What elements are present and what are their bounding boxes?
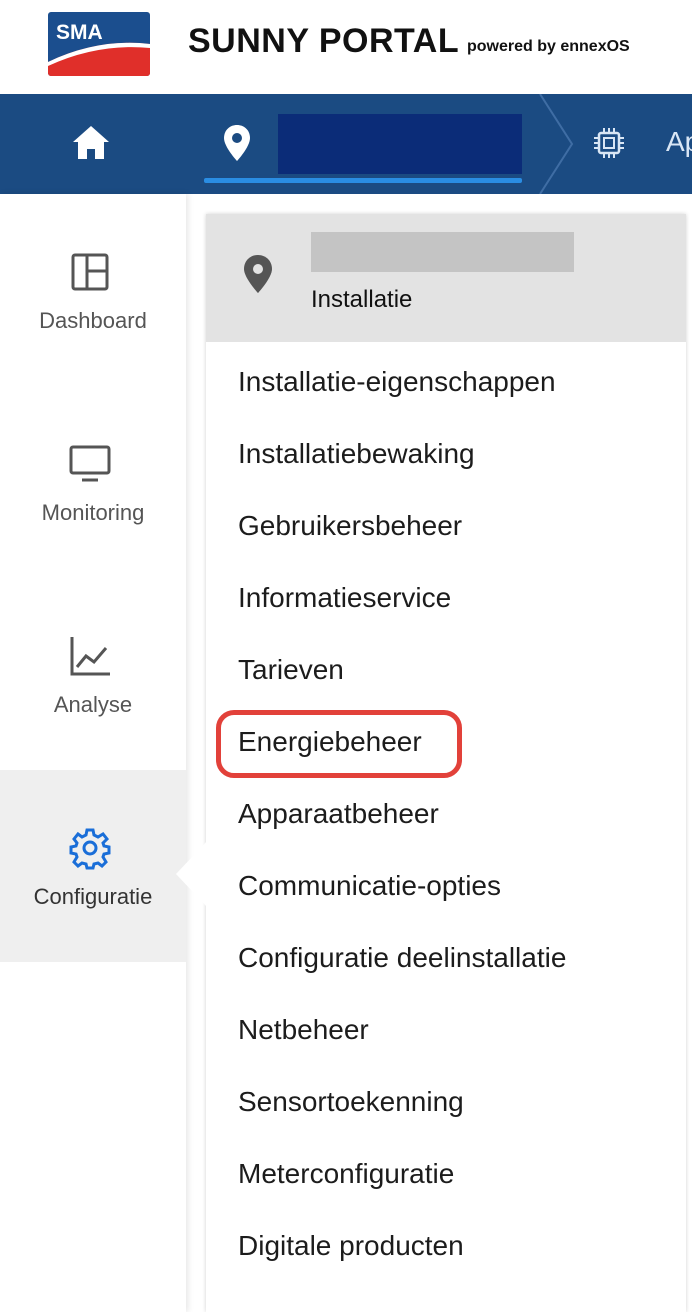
- home-icon[interactable]: [70, 122, 112, 164]
- menu-item-installatiebewaking[interactable]: Installatiebewaking: [238, 436, 475, 472]
- location-pin-icon: [244, 255, 272, 293]
- sidebar-item-analyse[interactable]: Analyse: [0, 578, 186, 770]
- breadcrumb-chevron-icon: [539, 94, 574, 194]
- menu-item-apparaatbeheer[interactable]: Apparaatbeheer: [238, 796, 439, 832]
- gear-icon: [69, 828, 111, 870]
- flyout-header: Installatie: [206, 214, 686, 342]
- device-chip-icon[interactable]: [592, 126, 626, 160]
- brand-title: SUNNY PORTAL: [188, 22, 460, 60]
- menu-item-installatie-eigenschappen[interactable]: Installatie-eigenschappen: [238, 364, 556, 400]
- nav-device-label[interactable]: Ap: [666, 126, 692, 158]
- location-pin-icon: [224, 125, 250, 161]
- dashboard-icon: [71, 253, 109, 291]
- flyout-pointer: [176, 840, 208, 908]
- flyout-header-label: Installatie: [311, 286, 413, 313]
- sidebar-item-dashboard[interactable]: Dashboard: [0, 194, 186, 386]
- brand-subtitle: powered by ennexOS: [467, 38, 630, 55]
- menu-item-netbeheer[interactable]: Netbeheer: [238, 1012, 369, 1048]
- app-header: SMA SUNNY PORTAL powered by ennexOS: [0, 0, 692, 94]
- menu-item-gebruikersbeheer[interactable]: Gebruikersbeheer: [238, 508, 462, 544]
- redacted-location-name: [278, 114, 522, 174]
- configuration-flyout-menu: Installatie Installatie-eigenschappen In…: [206, 214, 686, 1312]
- sidebar-item-monitoring[interactable]: Monitoring: [0, 386, 186, 578]
- sidebar-item-label: Analyse: [53, 692, 133, 717]
- menu-item-communicatie-opties[interactable]: Communicatie-opties: [238, 868, 501, 904]
- active-tab-indicator: [204, 178, 522, 183]
- logo-text: SMA: [56, 21, 103, 44]
- menu-item-energiebeheer[interactable]: Energiebeheer: [238, 724, 422, 760]
- menu-item-configuratie-deelinstallatie[interactable]: Configuratie deelinstallatie: [238, 940, 566, 976]
- monitor-icon: [69, 445, 111, 482]
- menu-item-tarieven[interactable]: Tarieven: [238, 652, 344, 688]
- menu-item-digitale-producten[interactable]: Digitale producten: [238, 1228, 464, 1264]
- sma-logo[interactable]: SMA: [48, 12, 150, 76]
- sidebar-item-label: Configuratie: [33, 884, 153, 909]
- sidebar-item-label: Monitoring: [41, 500, 145, 525]
- chart-icon: [70, 637, 110, 676]
- menu-item-sensortoekenning[interactable]: Sensortoekenning: [238, 1084, 464, 1120]
- nav-location-tab[interactable]: [204, 94, 522, 194]
- redacted-installation-name: [311, 232, 574, 272]
- top-navigation-bar: Ap: [0, 94, 692, 194]
- menu-item-informatieservice[interactable]: Informatieservice: [238, 580, 451, 616]
- sidebar-item-label: Dashboard: [39, 308, 147, 333]
- left-sidebar: Dashboard Monitoring Analyse Configurati…: [0, 194, 186, 1312]
- menu-item-meterconfiguratie[interactable]: Meterconfiguratie: [238, 1156, 454, 1192]
- sidebar-item-configuratie[interactable]: Configuratie: [0, 770, 186, 962]
